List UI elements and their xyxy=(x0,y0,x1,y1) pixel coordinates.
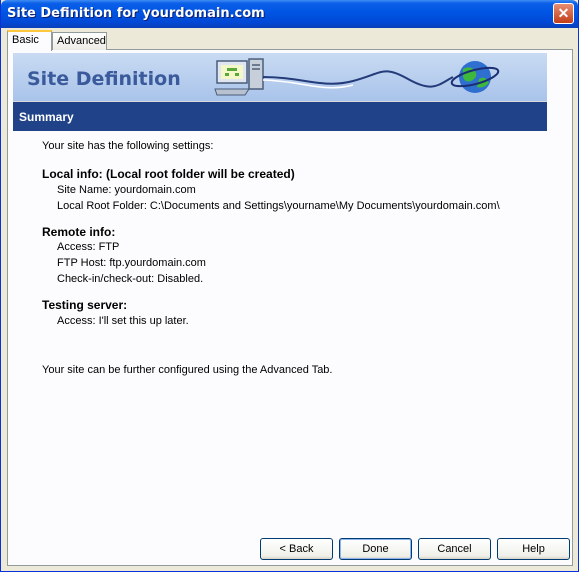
local-root-folder: Local Root Folder: C:\Documents and Sett… xyxy=(57,200,500,212)
remote-checkin: Check-in/check-out: Disabled. xyxy=(57,273,204,285)
cancel-button[interactable]: Cancel xyxy=(418,538,491,560)
tab-basic-label: Basic xyxy=(12,34,39,46)
done-button[interactable]: Done xyxy=(339,538,412,560)
banner-title: Site Definition xyxy=(27,68,181,90)
back-button[interactable]: < Back xyxy=(260,538,333,560)
tab-basic[interactable]: Basic xyxy=(7,30,52,51)
summary-footer: Your site can be further configured usin… xyxy=(42,364,333,376)
site-definition-dialog: Site Definition for yourdomain.com ✕ Bas… xyxy=(0,0,579,572)
testing-access: Access: I'll set this up later. xyxy=(57,315,189,327)
banner-art xyxy=(214,58,500,96)
summary-intro: Your site has the following settings: xyxy=(42,140,214,152)
remote-ftp-host: FTP Host: ftp.yourdomain.com xyxy=(57,257,206,269)
help-button[interactable]: Help xyxy=(497,538,570,560)
remote-access: Access: FTP xyxy=(57,241,120,253)
remote-info-heading: Remote info: xyxy=(42,225,116,239)
window-title: Site Definition for yourdomain.com xyxy=(7,6,265,21)
local-site-name: Site Name: yourdomain.com xyxy=(57,184,196,196)
summary-header: Summary xyxy=(13,101,547,131)
close-button[interactable]: ✕ xyxy=(553,3,574,24)
title-bar: Site Definition for yourdomain.com ✕ xyxy=(1,0,578,28)
tab-advanced-label: Advanced xyxy=(57,35,106,47)
local-info-heading: Local info: (Local root folder will be c… xyxy=(42,167,295,181)
tab-advanced[interactable]: Advanced xyxy=(52,32,107,50)
testing-server-heading: Testing server: xyxy=(42,298,128,312)
globe-icon xyxy=(450,61,500,93)
header-banner: Site Definition xyxy=(13,53,547,101)
computer-icon xyxy=(214,58,264,96)
close-icon: ✕ xyxy=(557,5,570,21)
summary-title: Summary xyxy=(19,110,74,124)
